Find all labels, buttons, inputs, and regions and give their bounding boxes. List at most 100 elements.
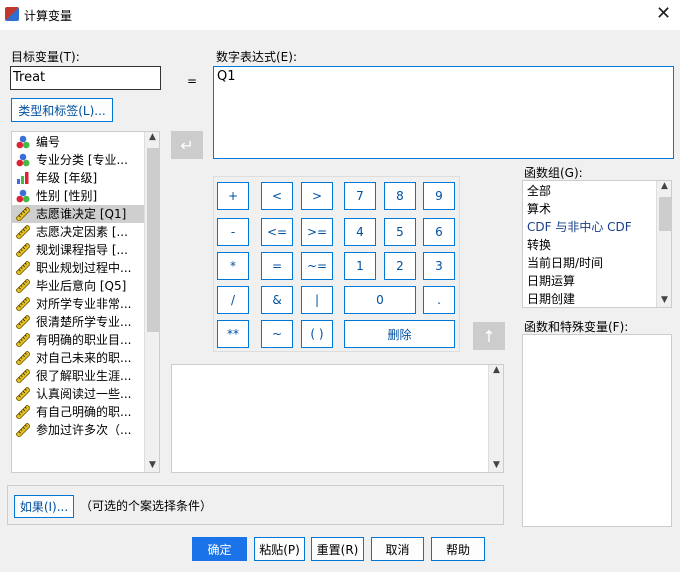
scale-measure-icon (16, 279, 30, 293)
keypad-button[interactable]: 3 (423, 252, 455, 280)
description-scrollbar[interactable]: ▲ ▼ (488, 365, 503, 472)
keypad-button[interactable]: | (301, 286, 333, 314)
variable-item[interactable]: 专业分类 [专业... (12, 151, 145, 169)
variable-list-scrollbar[interactable]: ▲ ▼ (144, 132, 159, 472)
paste-button[interactable]: 粘贴(P) (254, 537, 305, 561)
keypad-button[interactable]: 2 (384, 252, 416, 280)
variable-item[interactable]: 志愿决定因素 [... (12, 223, 145, 241)
move-variable-button[interactable]: ↵ (171, 131, 203, 159)
scroll-up-icon[interactable]: ▲ (657, 181, 671, 191)
function-group-item[interactable]: 全部 (523, 182, 671, 200)
keypad-button[interactable]: & (261, 286, 293, 314)
function-group-item[interactable]: 算术 (523, 200, 671, 218)
functions-list[interactable] (522, 334, 672, 527)
scroll-down-icon[interactable]: ▼ (657, 295, 671, 305)
keypad-button[interactable]: 4 (344, 218, 376, 246)
scroll-thumb[interactable] (659, 197, 671, 231)
scale-measure-icon (16, 243, 30, 257)
scroll-down-icon[interactable]: ▼ (489, 460, 503, 470)
keypad-button[interactable]: 删除 (344, 320, 455, 348)
keypad-button[interactable]: + (217, 182, 249, 210)
keypad-button[interactable]: 5 (384, 218, 416, 246)
variable-item[interactable]: 对所学专业非常... (12, 295, 145, 313)
keypad-button[interactable]: ( ) (301, 320, 333, 348)
if-button[interactable]: 如果(I)... (14, 495, 74, 518)
functions-label: 函数和特殊变量(F): (524, 320, 629, 334)
function-group-item[interactable]: 当前日期/时间 (523, 254, 671, 272)
keypad-button[interactable]: 7 (344, 182, 376, 210)
cancel-button[interactable]: 取消 (371, 537, 424, 561)
scale-measure-icon (16, 333, 30, 347)
keypad-button[interactable]: = (261, 252, 293, 280)
function-group-item[interactable]: CDF 与非中心 CDF (523, 218, 671, 236)
variable-item[interactable]: 很了解职业生涯... (12, 367, 145, 385)
variable-item[interactable]: 有自己明确的职... (12, 403, 145, 421)
keypad-button[interactable]: < (261, 182, 293, 210)
keypad-button[interactable]: / (217, 286, 249, 314)
type-and-label-button[interactable]: 类型和标签(L)... (11, 98, 113, 122)
keypad-button[interactable]: 8 (384, 182, 416, 210)
keypad-button[interactable]: ~ (261, 320, 293, 348)
function-group-list[interactable]: 全部 算术 CDF 与非中心 CDF 转换 当前日期/时间 日期运算 日期创建 ▲ ▼ (522, 180, 672, 308)
variable-item[interactable]: 编号 (12, 133, 145, 151)
variable-item[interactable]: 规划课程指导 [... (12, 241, 145, 259)
keypad-button[interactable]: >= (301, 218, 333, 246)
keypad-button[interactable]: ~= (301, 252, 333, 280)
function-group-item[interactable]: 日期运算 (523, 272, 671, 290)
function-group-scrollbar[interactable]: ▲ ▼ (656, 181, 671, 307)
variable-label: 编号 (36, 135, 61, 149)
variable-label: 毕业后意向 [Q5] (36, 279, 127, 293)
variable-label: 有明确的职业目... (36, 333, 132, 347)
keypad-button[interactable]: 6 (423, 218, 455, 246)
help-button[interactable]: 帮助 (431, 537, 485, 561)
keypad-button[interactable]: > (301, 182, 333, 210)
arrow-up-icon: ↑ (482, 326, 496, 346)
scale-measure-icon (16, 351, 30, 365)
variable-label: 年级 [年级] (36, 171, 98, 185)
function-group-item[interactable]: 日期创建 (523, 290, 671, 307)
scroll-up-icon[interactable]: ▲ (145, 132, 159, 142)
variable-item[interactable]: 性别 [性别] (12, 187, 145, 205)
ordinal-measure-icon (17, 172, 29, 184)
app-icon (5, 7, 19, 21)
function-group-label: 函数组(G): (524, 166, 583, 180)
variable-label: 认真阅读过一些... (36, 387, 132, 401)
keypad-button[interactable]: <= (261, 218, 293, 246)
keypad-button[interactable]: - (217, 218, 249, 246)
variable-label: 很了解职业生涯... (36, 369, 132, 383)
scroll-thumb[interactable] (147, 148, 159, 332)
variable-label: 有自己明确的职... (36, 405, 132, 419)
variable-item[interactable]: 毕业后意向 [Q5] (12, 277, 145, 295)
keypad-button[interactable]: 1 (344, 252, 376, 280)
scale-measure-icon (16, 261, 30, 275)
target-variable-input[interactable]: Treat (10, 66, 161, 90)
scroll-down-icon[interactable]: ▼ (145, 460, 159, 470)
variable-item[interactable]: 很清楚所学专业... (12, 313, 145, 331)
function-group-item[interactable]: 转换 (523, 236, 671, 254)
expression-label: 数字表达式(E): (216, 50, 297, 64)
variable-label: 参加过许多次（... (36, 423, 132, 437)
numeric-expression-input[interactable]: Q1 (213, 66, 674, 159)
variable-label: 志愿决定因素 [... (36, 225, 128, 239)
move-function-button[interactable]: ↑ (473, 322, 505, 350)
keypad-button[interactable]: . (423, 286, 455, 314)
variable-item[interactable]: 年级 [年级] (12, 169, 145, 187)
scale-measure-icon (16, 315, 30, 329)
variable-item[interactable]: 有明确的职业目... (12, 331, 145, 349)
variable-item[interactable]: 对自己未来的职... (12, 349, 145, 367)
variable-item[interactable]: 职业规划过程中... (12, 259, 145, 277)
reset-button[interactable]: 重置(R) (311, 537, 364, 561)
variable-label: 规划课程指导 [... (36, 243, 128, 257)
scroll-up-icon[interactable]: ▲ (489, 365, 503, 375)
keypad-button[interactable]: 0 (344, 286, 416, 314)
ok-button[interactable]: 确定 (192, 537, 247, 561)
variable-item[interactable]: 参加过许多次（... (12, 421, 145, 439)
keypad-button[interactable]: * (217, 252, 249, 280)
variable-item[interactable]: 认真阅读过一些... (12, 385, 145, 403)
variable-list[interactable]: 编号专业分类 [专业... 年级 [年级] 性别 [性别] 志愿谁决定 [Q1] 志愿决… (11, 131, 160, 473)
close-button[interactable]: ✕ (656, 3, 671, 24)
keypad-button[interactable]: 9 (423, 182, 455, 210)
keypad-button[interactable]: ** (217, 320, 249, 348)
variable-item[interactable]: 志愿谁决定 [Q1] (12, 205, 145, 223)
variable-label: 职业规划过程中... (36, 261, 132, 275)
